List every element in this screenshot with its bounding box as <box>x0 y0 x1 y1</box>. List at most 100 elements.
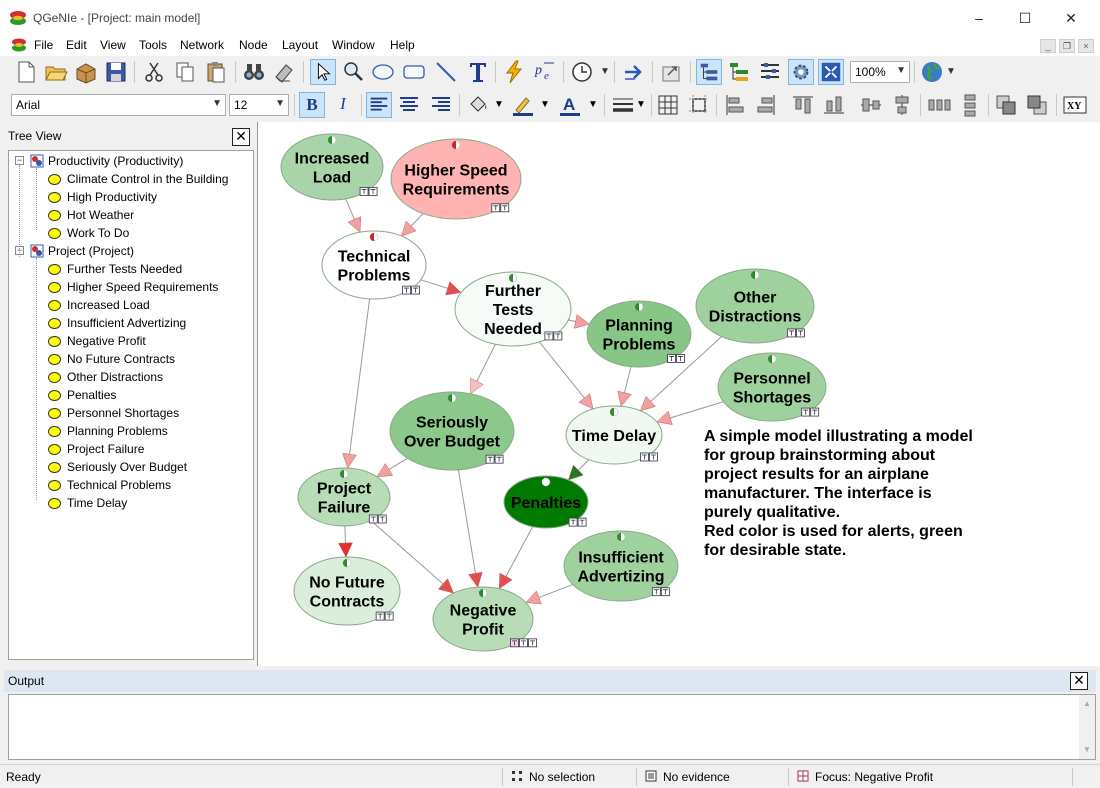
align-top-edges-icon[interactable] <box>790 92 816 118</box>
fit-network-icon[interactable] <box>818 59 844 85</box>
align-bottom-edges-icon[interactable] <box>821 92 847 118</box>
output-scrollbar[interactable]: ▲ ▼ <box>1079 695 1095 759</box>
tree-node-item[interactable]: Time Delay <box>67 494 127 512</box>
close-window-button[interactable]: ✕ <box>1048 4 1094 32</box>
node-insufficient-advertizing[interactable]: Insufficient Advertizing <box>563 530 679 602</box>
network-graph[interactable]: Increased Load Higher Speed Requirements Tec… <box>258 122 1100 666</box>
node-personnel-shortages[interactable]: Personnel Shortages <box>717 352 827 422</box>
menu-help[interactable]: Help <box>390 38 415 52</box>
node-technical-problems[interactable]: Technical Problems <box>321 230 427 300</box>
menu-network[interactable]: Network <box>180 38 224 52</box>
mdi-close-button[interactable]: × <box>1078 39 1094 53</box>
save-icon[interactable] <box>103 59 129 85</box>
italic-button[interactable]: I <box>330 92 356 118</box>
tree-check-icon[interactable] <box>726 59 752 85</box>
align-left-icon[interactable] <box>366 92 392 118</box>
fill-color-bucket-icon[interactable] <box>465 92 491 118</box>
tree-node-item[interactable]: Further Tests Needed <box>67 260 182 278</box>
tree-node-item[interactable]: Personnel Shortages <box>67 404 179 422</box>
align-center-icon[interactable] <box>396 92 422 118</box>
grid-icon[interactable] <box>655 92 681 118</box>
tree-node-item[interactable]: Planning Problems <box>67 422 168 440</box>
text-tool-icon[interactable] <box>465 59 491 85</box>
tree-node-item[interactable]: High Productivity <box>67 188 157 206</box>
tree-view-close-button[interactable]: ✕ <box>232 128 250 146</box>
font-family-select[interactable]: Arial ▼ <box>11 94 226 116</box>
xy-coordinates-icon[interactable]: XY <box>1062 92 1088 118</box>
tree-node-item[interactable]: Increased Load <box>67 296 150 314</box>
arc-seriously-over-budget-to-negative-profit[interactable] <box>457 469 479 588</box>
tree-node-item[interactable]: Project Failure <box>67 440 144 458</box>
menu-window[interactable]: Window <box>332 38 375 52</box>
scroll-down-icon[interactable]: ▼ <box>1083 745 1091 754</box>
maximize-button[interactable]: ☐ <box>1002 4 1048 32</box>
cut-icon[interactable] <box>141 59 167 85</box>
align-center-vertical-icon[interactable] <box>858 92 884 118</box>
line-color-arrow-icon[interactable]: ▼ <box>540 99 550 110</box>
tree-node-item[interactable]: Other Distractions <box>67 368 163 386</box>
node-negative-profit[interactable]: Negative Profit <box>432 586 537 652</box>
list-properties-icon[interactable] <box>757 59 783 85</box>
node-other-distractions[interactable]: Other Distractions <box>695 268 815 344</box>
copy-icon[interactable] <box>172 59 198 85</box>
zoom-magnifier-icon[interactable] <box>340 59 366 85</box>
node-penalties[interactable]: Penalties <box>503 475 589 529</box>
tree-node-item[interactable]: Higher Speed Requirements <box>67 278 218 296</box>
align-right-edges-icon[interactable] <box>753 92 779 118</box>
menu-edit[interactable]: Edit <box>66 38 87 52</box>
tree-node-item[interactable]: No Future Contracts <box>67 350 175 368</box>
arc-technical-problems-to-project-failure[interactable] <box>347 298 371 469</box>
tree-network-item[interactable]: Project (Project) <box>48 242 134 260</box>
tree-node-item[interactable]: Technical Problems <box>67 476 171 494</box>
clock-dropdown-arrow-icon[interactable]: ▼ <box>600 66 610 77</box>
align-right-icon[interactable] <box>428 92 454 118</box>
globe-icon[interactable] <box>919 59 945 85</box>
snap-to-grid-icon[interactable] <box>686 92 712 118</box>
tree-network-item[interactable]: Productivity (Productivity) <box>48 152 183 170</box>
formula-pe-icon[interactable]: pe <box>531 59 557 85</box>
fill-color-arrow-icon[interactable]: ▼ <box>494 99 504 110</box>
export-icon[interactable] <box>659 59 685 85</box>
node-seriously-over-budget[interactable]: Seriously Over Budget <box>389 391 515 471</box>
font-color-arrow-icon[interactable]: ▼ <box>588 99 598 110</box>
select-pointer-icon[interactable] <box>310 59 336 85</box>
bold-button[interactable]: B <box>299 92 325 118</box>
node-further-tests[interactable]: Further Tests Needed <box>454 271 572 347</box>
scroll-up-icon[interactable]: ▲ <box>1083 699 1091 708</box>
node-planning-problems[interactable]: Planning Problems <box>586 300 692 368</box>
mdi-minimize-button[interactable]: _ <box>1040 39 1056 53</box>
tree-layout-icon[interactable] <box>696 59 722 85</box>
node-higher-speed[interactable]: Higher Speed Requirements <box>390 138 522 220</box>
update-lightning-icon[interactable] <box>501 59 527 85</box>
tree-node-item[interactable]: Climate Control in the Building <box>67 170 228 188</box>
tree-node-item[interactable]: Work To Do <box>67 224 129 242</box>
menu-layout[interactable]: Layout <box>282 38 318 52</box>
open-box-icon[interactable] <box>73 59 99 85</box>
globe-dropdown-arrow-icon[interactable]: ▼ <box>946 66 956 77</box>
tree-node-item[interactable]: Insufficient Advertizing <box>67 314 186 332</box>
forward-arrow-icon[interactable] <box>621 59 647 85</box>
output-text-area[interactable]: ▲ ▼ <box>8 694 1096 760</box>
align-left-edges-icon[interactable] <box>722 92 748 118</box>
tree-expander[interactable]: − <box>15 156 24 165</box>
space-vertically-icon[interactable] <box>957 92 983 118</box>
line-color-pen-icon[interactable] <box>510 92 536 118</box>
bring-to-front-icon[interactable] <box>993 92 1019 118</box>
output-close-button[interactable]: ✕ <box>1070 672 1088 690</box>
tree-node-item[interactable]: Negative Profit <box>67 332 146 350</box>
arc-tool-icon[interactable] <box>433 59 459 85</box>
ellipse-node-tool-icon[interactable] <box>370 59 396 85</box>
paste-icon[interactable] <box>203 59 229 85</box>
tree-node-item[interactable]: Hot Weather <box>67 206 134 224</box>
menu-tools[interactable]: Tools <box>139 38 167 52</box>
node-no-future-contracts[interactable]: No Future Contracts <box>293 556 401 626</box>
send-to-back-icon[interactable] <box>1024 92 1050 118</box>
tree-node-item[interactable]: Seriously Over Budget <box>67 458 187 476</box>
minimize-button[interactable]: – <box>956 4 1002 32</box>
eraser-icon[interactable] <box>271 59 297 85</box>
font-size-select[interactable]: 12 ▼ <box>229 94 289 116</box>
line-width-arrow-icon[interactable]: ▼ <box>636 99 646 110</box>
zoom-select[interactable]: 100% ▼ <box>850 61 910 83</box>
tree-node-item[interactable]: Penalties <box>67 386 116 404</box>
node-time-delay[interactable]: Time Delay <box>565 405 663 465</box>
